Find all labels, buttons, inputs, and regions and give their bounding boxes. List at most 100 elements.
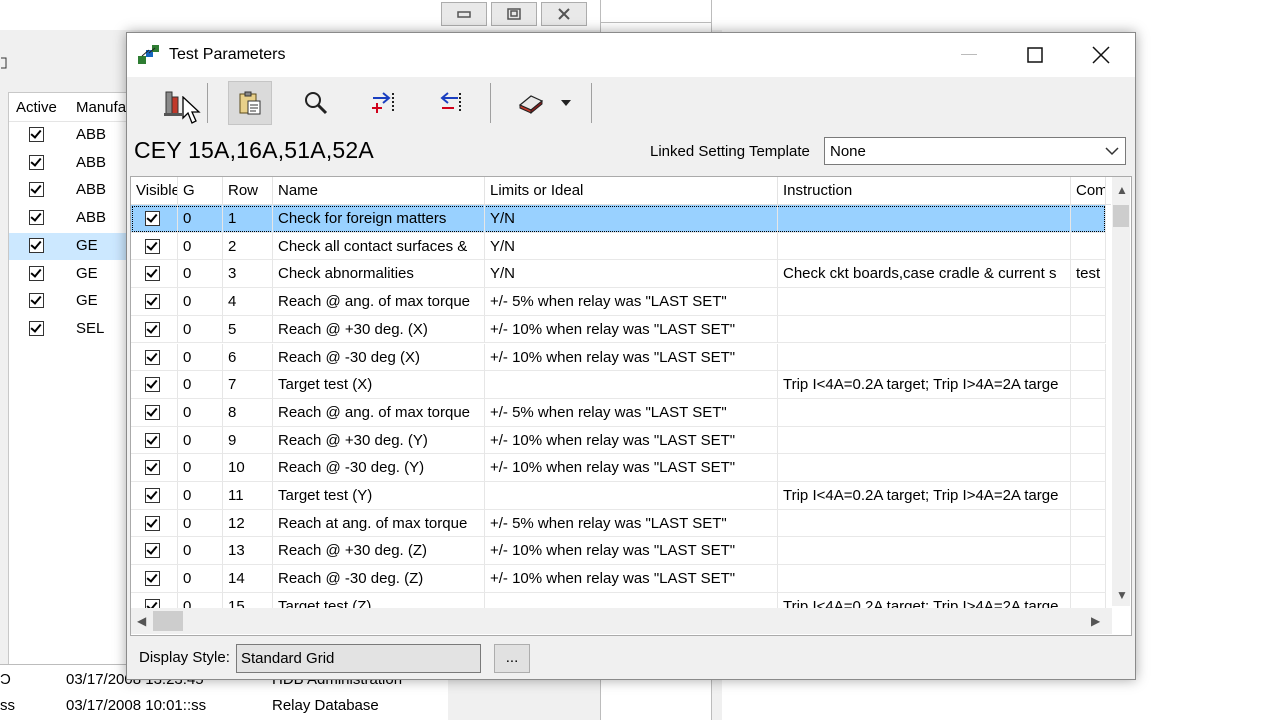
visible-cell[interactable]: [131, 482, 178, 509]
limits-or-ideal-cell[interactable]: +/- 5% when relay was "LAST SET": [485, 288, 778, 316]
row-cell[interactable]: 11: [223, 482, 273, 509]
grid-row[interactable]: 0 12 Reach at ang. of max torque +/- 5% whe…: [131, 509, 1106, 538]
comment-cell[interactable]: [1071, 426, 1106, 454]
visible-checkbox[interactable]: [145, 294, 160, 310]
comment-cell[interactable]: [1071, 509, 1106, 537]
instruction-cell[interactable]: [778, 288, 1071, 316]
visible-cell[interactable]: [131, 371, 178, 399]
row-cell[interactable]: 1: [223, 205, 273, 232]
visible-cell[interactable]: [131, 315, 178, 343]
g-cell[interactable]: 0: [178, 288, 223, 316]
visible-checkbox[interactable]: [145, 432, 160, 448]
g-cell[interactable]: 0: [178, 232, 223, 260]
name-cell[interactable]: Reach @ +30 deg. (Z): [273, 537, 485, 565]
row-cell[interactable]: 8: [223, 398, 273, 426]
instruction-cell[interactable]: [778, 232, 1071, 260]
scroll-up-icon[interactable]: ▲: [1116, 183, 1128, 197]
g-cell[interactable]: 0: [178, 315, 223, 343]
display-style-field[interactable]: Standard Grid: [236, 644, 481, 673]
column-header-comment[interactable]: Comment: [1071, 177, 1106, 204]
column-header-name[interactable]: Name: [273, 177, 485, 204]
active-checkbox[interactable]: [29, 237, 44, 253]
g-cell[interactable]: 0: [178, 537, 223, 565]
visible-cell[interactable]: [131, 398, 178, 426]
comment-cell[interactable]: [1071, 454, 1106, 482]
grid-row[interactable]: 0 11 Target test (Y) Trip I<4A=0.2A target;…: [131, 482, 1106, 510]
grid-row[interactable]: 0 6 Reach @ -30 deg (X) +/- 10% when relay …: [131, 343, 1106, 372]
scroll-right-icon[interactable]: ▶: [1091, 614, 1100, 628]
limits-or-ideal-cell[interactable]: +/- 10% when relay was "LAST SET": [485, 454, 778, 482]
insert-row-button[interactable]: [362, 81, 406, 125]
visible-cell[interactable]: [131, 260, 178, 288]
grid-row[interactable]: 0 1 Check for foreign matters Y/N: [131, 205, 1106, 233]
active-checkbox[interactable]: [29, 210, 44, 226]
dialog-maximize-button[interactable]: [1005, 33, 1065, 77]
comment-cell[interactable]: [1071, 482, 1106, 509]
grid-row[interactable]: 0 7 Target test (X) Trip I<4A=0.2A target; …: [131, 371, 1106, 399]
horizontal-scrollbar[interactable]: ◀ ▶: [131, 608, 1112, 634]
limits-or-ideal-cell[interactable]: +/- 10% when relay was "LAST SET": [485, 426, 778, 454]
relay-list-row[interactable]: ABB: [9, 122, 127, 149]
comment-cell[interactable]: [1071, 315, 1106, 343]
horizontal-scroll-thumb[interactable]: [153, 611, 183, 631]
restore-button[interactable]: [491, 2, 537, 26]
limits-or-ideal-cell[interactable]: +/- 5% when relay was "LAST SET": [485, 398, 778, 426]
relay-list-row[interactable]: GE: [9, 261, 127, 288]
instruction-cell[interactable]: [778, 315, 1071, 343]
column-header-visible[interactable]: Visible: [131, 177, 178, 204]
visible-checkbox[interactable]: [145, 488, 160, 503]
g-cell[interactable]: 0: [178, 343, 223, 371]
instruction-cell[interactable]: Trip I<4A=0.2A target; Trip I>4A=2A targ…: [778, 371, 1071, 399]
comment-cell[interactable]: [1071, 288, 1106, 316]
instruction-cell[interactable]: [778, 343, 1071, 371]
grid-row[interactable]: 0 5 Reach @ +30 deg. (X) +/- 10% when relay…: [131, 315, 1106, 344]
g-cell[interactable]: 0: [178, 426, 223, 454]
relay-list-row[interactable]: ABB: [9, 205, 127, 232]
instruction-cell[interactable]: [778, 565, 1071, 593]
instruction-cell[interactable]: [778, 426, 1071, 454]
grid-row[interactable]: 0 4 Reach @ ang. of max torque +/- 5% when …: [131, 288, 1106, 316]
visible-cell[interactable]: [131, 454, 178, 482]
relay-list-row[interactable]: SEL: [9, 316, 127, 343]
name-cell[interactable]: Reach @ -30 deg (X): [273, 343, 485, 371]
row-cell[interactable]: 12: [223, 509, 273, 537]
name-cell[interactable]: Check abnormalities: [273, 260, 485, 288]
column-header-active[interactable]: Active: [16, 99, 57, 116]
g-cell[interactable]: 0: [178, 260, 223, 288]
relay-list[interactable]: Active Manufa ABB ABB ABB ABB GE GE GE SEL: [8, 92, 128, 666]
visible-cell[interactable]: [131, 343, 178, 371]
column-header-g[interactable]: G: [178, 177, 223, 204]
visible-cell[interactable]: [131, 565, 178, 593]
g-cell[interactable]: 0: [178, 482, 223, 509]
row-cell[interactable]: 14: [223, 565, 273, 593]
linked-template-select[interactable]: None: [824, 137, 1126, 165]
grid-row[interactable]: 0 8 Reach @ ang. of max torque +/- 5% when …: [131, 398, 1106, 427]
visible-checkbox[interactable]: [145, 404, 160, 420]
visible-checkbox[interactable]: [145, 321, 160, 337]
visible-cell[interactable]: [131, 426, 178, 454]
visible-checkbox[interactable]: [145, 349, 160, 365]
row-cell[interactable]: 3: [223, 260, 273, 288]
comment-cell[interactable]: [1071, 565, 1106, 593]
visible-cell[interactable]: [131, 205, 178, 232]
row-cell[interactable]: 2: [223, 232, 273, 260]
visible-cell[interactable]: [131, 288, 178, 316]
row-cell[interactable]: 6: [223, 343, 273, 371]
comment-cell[interactable]: test: [1071, 260, 1106, 288]
name-cell[interactable]: Check all contact surfaces &: [273, 232, 485, 260]
eraser-dropdown-button[interactable]: [554, 81, 578, 125]
g-cell[interactable]: 0: [178, 454, 223, 482]
grid-row[interactable]: 0 13 Reach @ +30 deg. (Z) +/- 10% when rela…: [131, 537, 1106, 566]
scroll-left-icon[interactable]: ◀: [137, 614, 146, 628]
limits-or-ideal-cell[interactable]: Y/N: [485, 205, 778, 232]
limits-or-ideal-cell[interactable]: Y/N: [485, 260, 778, 288]
display-style-browse-button[interactable]: ...: [494, 644, 530, 673]
instruction-cell[interactable]: [778, 509, 1071, 537]
limits-or-ideal-cell[interactable]: +/- 10% when relay was "LAST SET": [485, 315, 778, 343]
dialog-close-button[interactable]: [1071, 33, 1131, 77]
row-cell[interactable]: 9: [223, 426, 273, 454]
instruction-cell[interactable]: [778, 398, 1071, 426]
paste-button[interactable]: [228, 81, 272, 125]
eraser-button[interactable]: [509, 81, 553, 125]
instruction-cell[interactable]: [778, 537, 1071, 565]
